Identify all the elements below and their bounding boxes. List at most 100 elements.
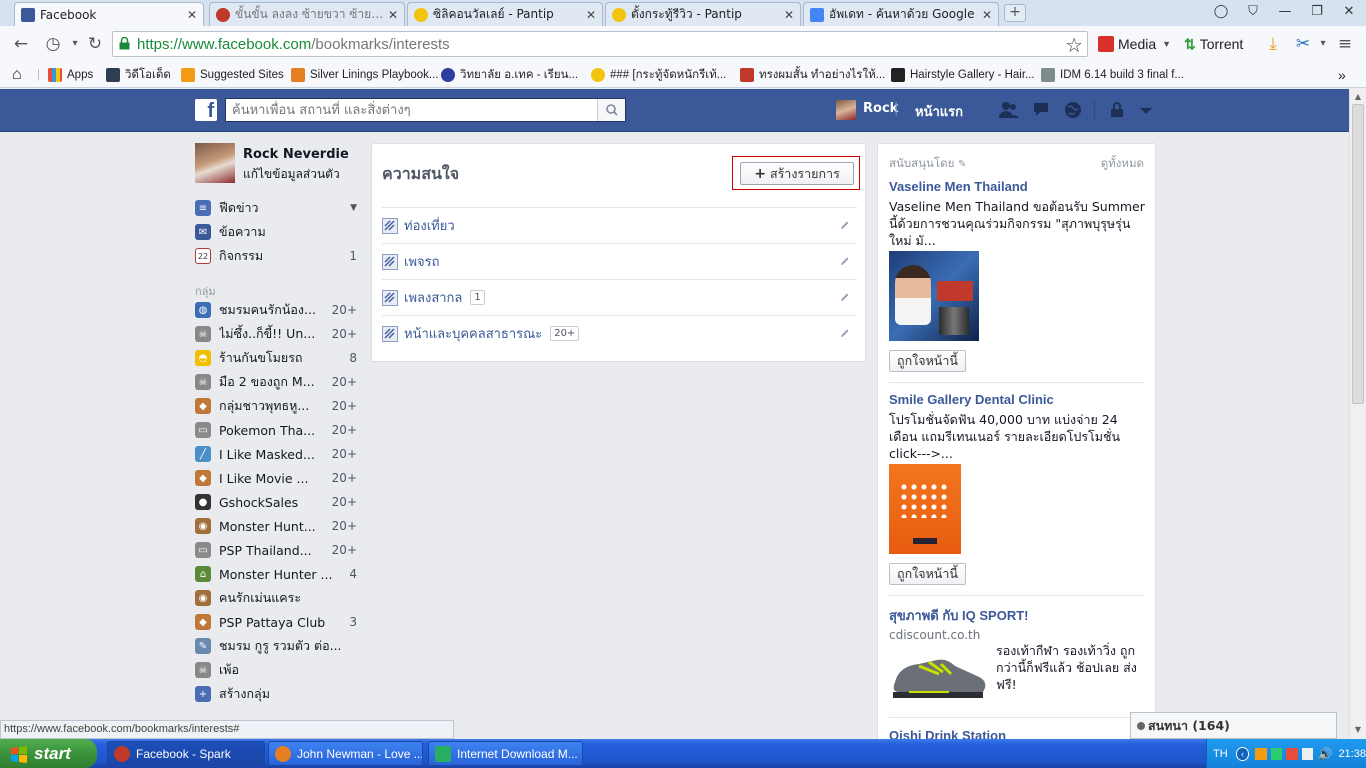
sidebar-item-group[interactable]: ◆ PSP Pattaya Club 3: [195, 612, 357, 632]
download-icon[interactable]: ⤓: [1262, 33, 1284, 55]
tab-close-icon[interactable]: ✕: [388, 8, 398, 22]
bookmark-item[interactable]: ### [กระทู้จัดหนักรีเท้...: [591, 67, 726, 83]
sidebar-item-group[interactable]: ☠ ไม่ซึ้ง..ก็ขี้!! Un... 20+: [195, 324, 357, 344]
ad-shoe-image[interactable]: [889, 644, 989, 704]
sidebar-item-group[interactable]: ● GshockSales 20+: [195, 492, 357, 512]
chat-sidebar-button[interactable]: สนทนา (164): [1130, 712, 1337, 739]
tab-close-icon[interactable]: ✕: [187, 8, 197, 22]
bookmark-item[interactable]: Suggested Sites: [181, 67, 284, 83]
page-scrollbar[interactable]: ▲ ▼: [1349, 89, 1366, 739]
profile-picture[interactable]: [195, 143, 235, 183]
caret-down-icon[interactable]: ▼: [350, 203, 357, 213]
bookmark-item[interactable]: ทรงผมสั้น ทำอย่างไรให้...: [740, 67, 885, 83]
sidebar-item-group[interactable]: ▭ Pokemon Tha... 20+: [195, 420, 357, 440]
sidebar-item-group[interactable]: ◆ กลุ่มชาวพุทธหู... 20+: [195, 396, 357, 416]
create-group-link[interactable]: + สร้างกลุ่ม: [195, 684, 357, 704]
language-indicator[interactable]: TH: [1213, 748, 1228, 760]
search-input[interactable]: [226, 99, 596, 121]
edit-pencil-icon[interactable]: [839, 327, 851, 339]
edit-pencil-icon[interactable]: [839, 219, 851, 231]
sidebar-item-group[interactable]: ◆ I Like Movie ... 20+: [195, 468, 357, 488]
ad-image[interactable]: [889, 251, 979, 341]
tab-5[interactable]: อัพเดท - ค้นหาด้วย Google ✕: [803, 2, 999, 26]
close-window-button[interactable]: ✕: [1340, 4, 1358, 20]
sidebar-item-group[interactable]: ✎ ชมรม กูรู รวมตัว ต่อ...: [195, 636, 357, 656]
restore-button[interactable]: ❐: [1308, 4, 1326, 20]
scroll-up-arrow-icon[interactable]: ▲: [1353, 92, 1363, 101]
ad-image[interactable]: [889, 464, 961, 554]
more-bookmarks-button[interactable]: »: [1338, 67, 1346, 83]
chat-bubble-icon[interactable]: ◯: [1212, 4, 1230, 20]
avatar[interactable]: [836, 100, 856, 120]
tab-3[interactable]: ซิลิคอนวัลเลย์ - Pantip ✕: [407, 2, 603, 26]
interest-list-label[interactable]: หน้าและบุคคลสาธารณะ: [404, 323, 542, 344]
privacy-lock-icon[interactable]: [1106, 100, 1128, 120]
history-clock-icon[interactable]: ◷: [42, 33, 64, 55]
shirt-icon[interactable]: ⛉: [1244, 4, 1262, 20]
show-hidden-icons-icon[interactable]: ‹: [1235, 746, 1250, 761]
home-link[interactable]: หน้าแรก: [915, 101, 963, 122]
start-button[interactable]: start: [0, 739, 97, 768]
new-tab-button[interactable]: +: [1004, 4, 1026, 22]
ad-title[interactable]: Smile Gallery Dental Clinic: [889, 392, 1145, 407]
sidebar-item-group[interactable]: ◍ ชมรมคนรักน้อง... 20+: [195, 300, 357, 320]
like-page-button[interactable]: ถูกใจหน้านี้: [889, 563, 966, 585]
scrollbar-thumb[interactable]: [1352, 104, 1364, 404]
tab-close-icon[interactable]: ✕: [982, 8, 992, 22]
interest-list-label[interactable]: เพจรถ: [404, 251, 439, 272]
sidebar-item-group[interactable]: ⌂ Monster Hunter ... 4: [195, 564, 357, 584]
interest-list-row[interactable]: หน้าและบุคคลสาธารณะ 20+: [382, 315, 857, 351]
interest-list-row[interactable]: เพจรถ: [382, 243, 857, 279]
back-arrow-icon[interactable]: ←: [10, 33, 32, 55]
facebook-logo-icon[interactable]: f: [195, 99, 217, 121]
bookmark-item[interactable]: วิทยาลัย อ.เทค - เรียน...: [441, 67, 578, 83]
see-all-link[interactable]: ดูทั้งหมด: [1101, 155, 1144, 173]
minimize-button[interactable]: —: [1276, 4, 1294, 20]
search-button[interactable]: [597, 99, 625, 121]
interest-list-label[interactable]: เพลงสากล: [404, 287, 462, 308]
sidebar-item-group[interactable]: ╱ I Like Masked... 20+: [195, 444, 357, 464]
tab-close-icon[interactable]: ✕: [784, 8, 794, 22]
sidebar-item-news-feed[interactable]: ≡ ฟีดข่าว ▼: [195, 198, 357, 218]
bookmark-item[interactable]: IDM 6.14 build 3 final f...: [1041, 67, 1184, 83]
sidebar-item-group[interactable]: ☠ มือ 2 ของถูก M... 20+: [195, 372, 357, 392]
interest-list-label[interactable]: ท่องเที่ยว: [404, 215, 455, 236]
network-icon[interactable]: [1301, 747, 1314, 760]
interest-list-row[interactable]: ท่องเที่ยว: [382, 207, 857, 243]
bookmark-item[interactable]: Hairstyle Gallery - Hair...: [891, 67, 1035, 83]
profile-link[interactable]: Rock: [863, 101, 898, 116]
edit-profile-link[interactable]: แก้ไขข้อมูลส่วนตัว: [243, 165, 340, 184]
tray-app-icon[interactable]: [1255, 747, 1267, 760]
tray-app-icon[interactable]: [1286, 747, 1298, 760]
friend-requests-icon[interactable]: [998, 100, 1020, 120]
torrent-extension-button[interactable]: ⇅ Torrent: [1184, 33, 1243, 55]
sidebar-item-events[interactable]: 22 กิจกรรม 1: [195, 246, 357, 266]
bookmark-apps[interactable]: Apps: [48, 67, 93, 83]
account-dropdown-icon[interactable]: [1135, 100, 1157, 120]
notifications-globe-icon[interactable]: [1062, 100, 1084, 120]
sidebar-item-group[interactable]: ◓ ร้านกันขโมยรถ 8: [195, 348, 357, 368]
create-list-button[interactable]: + สร้างรายการ: [740, 162, 854, 185]
taskbar-item-idm[interactable]: Internet Download M...: [428, 741, 583, 766]
interest-list-row[interactable]: เพลงสากล 1: [382, 279, 857, 315]
bookmark-item[interactable]: วิดีโอเด็ด: [106, 67, 171, 83]
taskbar-item-facebook-spark[interactable]: Facebook - Spark: [107, 741, 265, 766]
like-page-button[interactable]: ถูกใจหน้านี้: [889, 350, 966, 372]
scissors-icon[interactable]: ✂: [1292, 33, 1314, 55]
address-bar[interactable]: https://www.facebook.com/bookmarks/inter…: [112, 31, 1088, 57]
tab-close-icon[interactable]: ✕: [586, 8, 596, 22]
ad-title[interactable]: Vaseline Men Thailand: [889, 179, 1145, 194]
tray-app-icon[interactable]: [1270, 747, 1283, 760]
chevron-down-icon[interactable]: ▾: [1312, 33, 1334, 55]
edit-pencil-icon[interactable]: [839, 291, 851, 303]
history-dropdown-icon[interactable]: ▾: [64, 33, 86, 55]
reload-icon[interactable]: ↻: [84, 33, 106, 55]
scroll-down-arrow-icon[interactable]: ▼: [1353, 725, 1363, 734]
taskbar-item-john-newman[interactable]: John Newman - Love ...: [268, 741, 423, 766]
tab-2[interactable]: ขั้นขั้น ลงลง ซ้ายขวา ซ้ายขวา C ✕: [209, 2, 405, 26]
menu-icon[interactable]: ≡: [1334, 33, 1356, 55]
bookmark-item[interactable]: Silver Linings Playbook...: [291, 67, 438, 83]
tab-4[interactable]: ตั้งกระทู้รีวิว - Pantip ✕: [605, 2, 801, 26]
media-extension-button[interactable]: Media ▼: [1098, 33, 1171, 55]
volume-icon[interactable]: 🔊: [1317, 747, 1332, 761]
